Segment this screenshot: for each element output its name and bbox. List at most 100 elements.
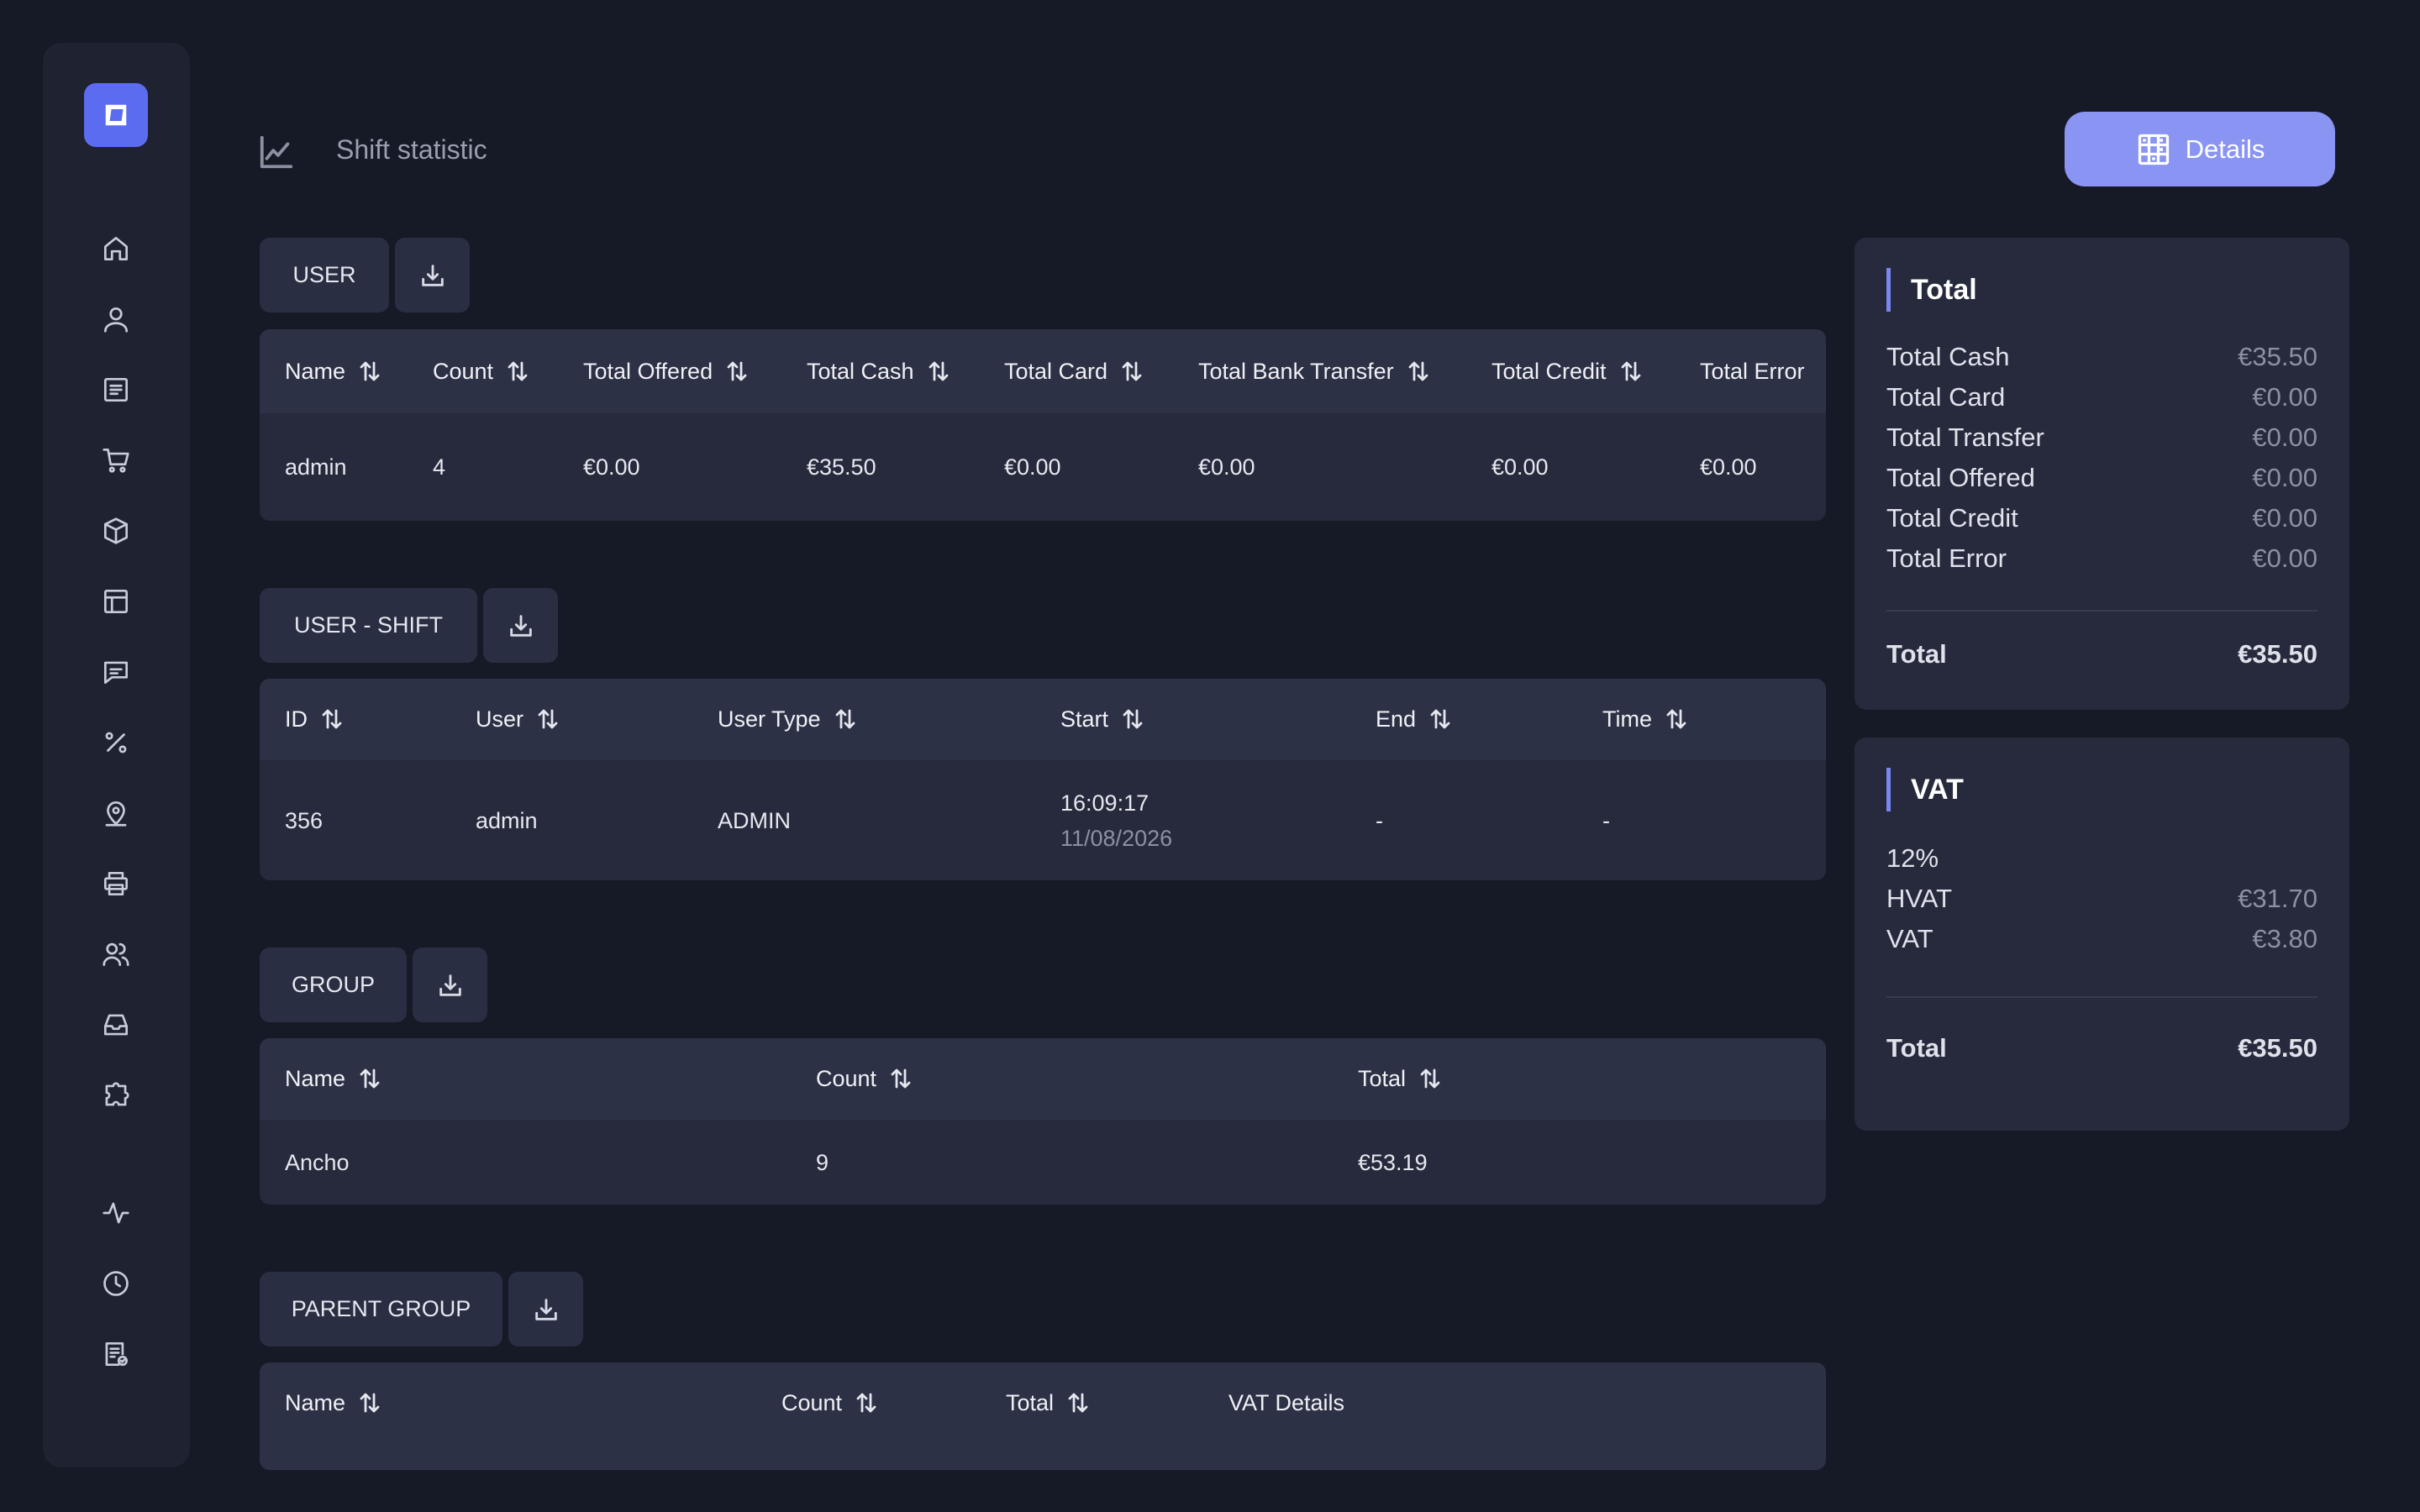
cell-id: 356 [285,807,324,833]
sidebar [43,43,190,1467]
column-header-total-cash[interactable]: Total Cash [807,354,951,388]
sidebar-item-user[interactable] [97,300,135,339]
column-header-total-error[interactable]: Total Error [1700,354,1805,388]
cell-time: - [1602,807,1610,833]
chat-icon [103,661,129,685]
divider [1886,996,2317,998]
sidebar-item-shifts[interactable] [97,1264,135,1303]
cell-total-offered: €0.00 [583,454,640,480]
sort-icon[interactable] [505,359,530,384]
tab-user[interactable]: USER [260,238,389,312]
sort-icon[interactable] [1418,1066,1443,1091]
user-download-button[interactable] [395,238,470,312]
sort-icon[interactable] [1065,1390,1091,1415]
column-header-start[interactable]: Start [1060,702,1145,736]
sort-icon[interactable] [357,1066,382,1091]
sort-icon[interactable] [535,706,560,732]
sidebar-item-staff[interactable] [97,935,135,974]
sidebar-item-messages[interactable] [97,653,135,691]
page-title: Shift statistic [336,134,487,165]
column-header-name[interactable]: Name [285,354,382,388]
sidebar-item-inbox[interactable] [97,1005,135,1044]
column-header-total-offered[interactable]: Total Offered [583,354,750,388]
cell-total-card: €0.00 [1004,454,1061,480]
column-header-vat-details: VAT Details [1228,1389,1345,1415]
panel-title: VAT [1886,768,1964,811]
cell-total: €53.19 [1358,1149,1428,1175]
percent-icon [105,732,127,753]
column-header-count[interactable]: Count [816,1062,913,1095]
details-button[interactable]: Details [2065,112,2335,186]
app-logo[interactable] [84,83,148,147]
group-download-button[interactable] [413,948,487,1022]
sort-icon[interactable] [888,1066,913,1091]
column-header-id[interactable]: ID [285,702,345,736]
vat-rate: 12% [1886,843,1939,873]
sidebar-item-cart[interactable] [97,441,135,480]
sidebar-item-integrations[interactable] [97,1076,135,1115]
vat-row-vat: VAT €3.80 [1886,924,2317,953]
puzzle-icon [105,1082,129,1106]
column-header-total-bank-transfer[interactable]: Total Bank Transfer [1198,354,1431,388]
sidebar-item-receipts[interactable] [97,370,135,409]
sort-icon[interactable] [854,1390,879,1415]
sidebar-item-activity[interactable] [97,1194,135,1232]
sort-icon[interactable] [357,1390,382,1415]
sidebar-item-home[interactable] [97,229,135,268]
parent-group-download-button[interactable] [508,1272,583,1347]
receipt-icon [103,377,129,402]
column-header-user[interactable]: User [476,702,560,736]
column-header-total[interactable]: Total [1006,1386,1091,1420]
sort-icon[interactable] [1120,706,1145,732]
column-header-total-credit[interactable]: Total Credit [1491,354,1644,388]
cell-total-cash: €35.50 [807,454,876,480]
sort-icon[interactable] [1406,359,1431,384]
box-icon [103,517,129,544]
cell-name: admin [285,454,347,480]
sidebar-item-products[interactable] [97,512,135,550]
total-panel: Total Total Cash €35.50 Total Card €0.00 T… [1854,238,2349,710]
column-header-name[interactable]: Name [285,1062,382,1095]
sort-icon[interactable] [1119,359,1144,384]
sort-icon[interactable] [1618,359,1644,384]
column-header-total[interactable]: Total [1358,1062,1443,1095]
summary-row-total-credit: Total Credit €0.00 [1886,503,2317,533]
column-header-name[interactable]: Name [285,1386,382,1420]
chart-line-icon [257,133,296,171]
sidebar-item-reports[interactable] [97,1335,135,1373]
sort-icon[interactable] [833,706,858,732]
user-shift-download-button[interactable] [483,588,558,663]
summary-row-total-cash: Total Cash €35.50 [1886,342,2317,371]
sidebar-item-discounts[interactable] [97,723,135,762]
sidebar-item-tables[interactable] [97,582,135,621]
home-icon [103,236,129,261]
divider [1886,610,2317,612]
calculator-icon [2138,134,2169,165]
user-icon [103,307,129,333]
summary-row-total-offered: Total Offered €0.00 [1886,463,2317,492]
column-header-count[interactable]: Count [781,1386,879,1420]
sort-icon[interactable] [724,359,750,384]
column-header-time[interactable]: Time [1602,702,1689,736]
panel-title: Total [1886,268,1977,312]
column-header-end[interactable]: End [1376,702,1453,736]
tab-user-shift[interactable]: USER - SHIFT [260,588,477,663]
inbox-icon [103,1014,129,1036]
cell-start-time: 16:09:17 [1060,790,1150,816]
column-header-count[interactable]: Count [433,354,530,388]
column-header-user-type[interactable]: User Type [718,702,858,736]
download-icon [509,614,532,637]
cell-user: admin [476,807,538,833]
sidebar-item-printers[interactable] [97,864,135,903]
sort-icon[interactable] [926,359,951,384]
tab-group[interactable]: GROUP [260,948,407,1022]
report-icon [105,1341,129,1367]
sort-icon[interactable] [319,706,345,732]
sort-icon[interactable] [357,359,382,384]
sort-icon[interactable] [1428,706,1453,732]
cell-total-error: €0.00 [1700,454,1757,480]
sidebar-item-locations[interactable] [97,794,135,832]
tab-parent-group[interactable]: PARENT GROUP [260,1272,502,1347]
sort-icon[interactable] [1664,706,1689,732]
column-header-total-card[interactable]: Total Card [1004,354,1144,388]
